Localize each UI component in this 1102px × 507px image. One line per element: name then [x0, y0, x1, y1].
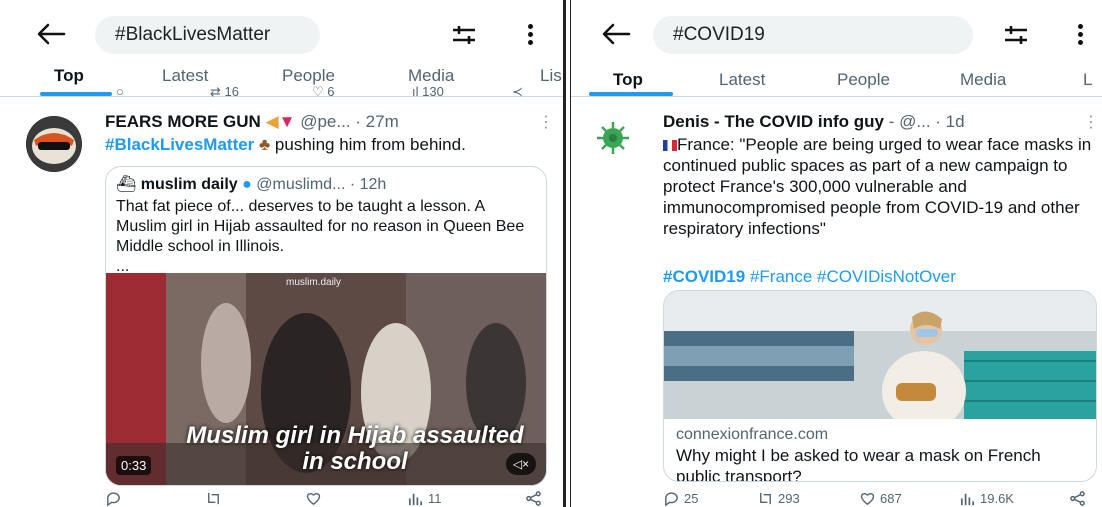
quote-text: That fat piece of... deserves to be taug…: [116, 198, 525, 275]
like-count[interactable]: ♡ 6: [312, 86, 335, 100]
reply-button[interactable]: 25: [663, 490, 698, 507]
link-card[interactable]: connexionfrance.com Why might I be asked…: [663, 290, 1097, 482]
virus-icon: [597, 122, 629, 154]
hashtag-link[interactable]: #France: [750, 267, 812, 286]
quote-header: ⛴ muslim daily ● @muslimd... · 12h: [116, 174, 386, 194]
tweet-actions: 11: [105, 490, 550, 507]
tweet[interactable]: Denis - The COVID info guy - @... · 1d ⋮…: [571, 104, 1102, 507]
heart-emoji-icon: ▼: [278, 112, 296, 131]
emoji-icon: ♣: [259, 135, 271, 154]
link-title: Why might I be asked to wear a mask on F…: [676, 446, 1041, 482]
left-panel: #BlackLivesMatter Top Latest People Medi…: [0, 0, 566, 507]
tweet-time: · 27m: [355, 112, 399, 131]
video-watermark: muslim.daily: [286, 277, 342, 288]
tweet-actions: 25 293 687 19.6K: [663, 490, 1102, 507]
retweet-icon: [208, 492, 219, 505]
quote-author-handle[interactable]: @muslimd...: [256, 176, 345, 193]
quote-time: · 12h: [349, 176, 387, 193]
views-button[interactable]: 19.6K: [959, 490, 1014, 507]
retweet-icon: [760, 492, 771, 505]
search-input[interactable]: #COVID19: [653, 16, 973, 54]
tab-top[interactable]: Top: [54, 66, 84, 86]
tab-bar: Top Latest People Media L: [571, 62, 1102, 96]
tab-top[interactable]: Top: [613, 70, 643, 90]
verified-badge-icon: ●: [242, 176, 252, 193]
avatar[interactable]: [26, 116, 82, 172]
retweet-button[interactable]: 293: [757, 490, 800, 507]
tweet-text: France: "People are being urged to wear …: [663, 134, 1098, 239]
tweet-more-icon[interactable]: ⋮: [1083, 112, 1099, 132]
french-flag-icon: [663, 140, 677, 151]
tweet-text: #BlackLivesMatter ♣ pushing him from beh…: [105, 134, 545, 155]
mute-icon[interactable]: ◁×: [506, 453, 536, 475]
link-card-image: [664, 291, 1096, 431]
filter-sliders-icon[interactable]: [451, 24, 477, 46]
tab-people[interactable]: People: [837, 70, 890, 90]
avatar[interactable]: [593, 118, 633, 158]
reply-icon[interactable]: ○: [116, 86, 124, 99]
right-panel: #COVID19 Top Latest People Media L Denis…: [570, 0, 1102, 507]
tab-people[interactable]: People: [282, 66, 335, 86]
tab-media[interactable]: Media: [408, 66, 454, 86]
tweet[interactable]: FEARS MORE GUN ◀▼ @pe... · 27m ⋮ #BlackL…: [0, 104, 563, 507]
back-arrow-icon[interactable]: [601, 22, 631, 46]
tweet-time: · 1d: [935, 112, 965, 131]
tweet-more-icon[interactable]: ⋮: [538, 112, 554, 132]
previous-tweet-actions: ○ ⇄ 16 ♡ 6 ıl 130 ≺: [0, 86, 560, 100]
author-name[interactable]: Denis - The COVID info guy: [663, 112, 884, 131]
search-header: #BlackLivesMatter: [0, 12, 563, 56]
tweet-header: Denis - The COVID info guy - @... · 1d: [663, 112, 965, 132]
more-options-icon[interactable]: [1076, 22, 1084, 48]
views-button[interactable]: 11: [407, 490, 442, 507]
ship-emoji-icon: ⛴: [116, 176, 137, 193]
tweet-header: FEARS MORE GUN ◀▼ @pe... · 27m: [105, 112, 399, 132]
like-button[interactable]: 687: [859, 490, 902, 507]
share-icon: [1070, 491, 1085, 506]
share-button[interactable]: [525, 490, 542, 507]
reply-button[interactable]: [105, 490, 126, 507]
views-count[interactable]: ıl 130: [412, 86, 444, 99]
hashtag-link[interactable]: #BlackLivesMatter: [105, 135, 254, 154]
like-button[interactable]: [305, 490, 326, 507]
search-input[interactable]: #BlackLivesMatter: [95, 16, 320, 54]
more-options-icon[interactable]: [526, 22, 534, 48]
share-icon: [526, 491, 541, 506]
quoted-tweet[interactable]: ⛴ muslim daily ● @muslimd... · 12h That …: [105, 166, 547, 486]
author-handle[interactable]: @pe...: [300, 112, 350, 131]
author-handle[interactable]: - @...: [889, 112, 931, 131]
reply-icon: [665, 492, 678, 507]
link-domain: connexionfrance.com: [676, 426, 829, 443]
tab-media[interactable]: Media: [960, 70, 1006, 90]
tab-lists[interactable]: L: [1083, 70, 1092, 90]
tweet-body: pushing him from behind.: [270, 135, 466, 154]
tab-lists[interactable]: Lis: [540, 66, 562, 86]
share-icon[interactable]: ≺: [512, 86, 523, 100]
back-arrow-icon[interactable]: [36, 22, 66, 46]
share-button[interactable]: [1069, 490, 1086, 507]
retweet-count[interactable]: ⇄ 16: [210, 86, 239, 100]
video-player[interactable]: muslim.daily Muslim girl in Hijab assaul…: [106, 273, 546, 485]
quote-author-name[interactable]: muslim daily: [141, 176, 238, 193]
retweet-button[interactable]: [205, 490, 226, 507]
hashtag-link[interactable]: #COVID19: [663, 267, 745, 286]
flag-emoji-icon: ◀: [265, 112, 279, 131]
analytics-icon: [408, 493, 423, 506]
filter-sliders-icon[interactable]: [1003, 24, 1029, 46]
tab-latest[interactable]: Latest: [162, 66, 208, 86]
tweet-body: France: "People are being urged to wear …: [663, 135, 1092, 238]
author-name[interactable]: FEARS MORE GUN: [105, 112, 261, 131]
tabs-divider: [571, 96, 1102, 97]
heart-icon: [860, 492, 875, 506]
tab-latest[interactable]: Latest: [719, 70, 765, 90]
hashtag-link[interactable]: #COVIDisNotOver: [817, 267, 956, 286]
video-caption: Muslim girl in Hijab assaulted in school: [186, 422, 524, 475]
search-header: #COVID19: [571, 12, 1102, 56]
heart-icon: [306, 492, 321, 506]
tweet-hashtags: #COVID19 #France #COVIDisNotOver: [663, 266, 1102, 287]
reply-icon: [107, 492, 120, 507]
video-duration: 0:33: [116, 456, 152, 475]
analytics-icon: [960, 493, 975, 506]
